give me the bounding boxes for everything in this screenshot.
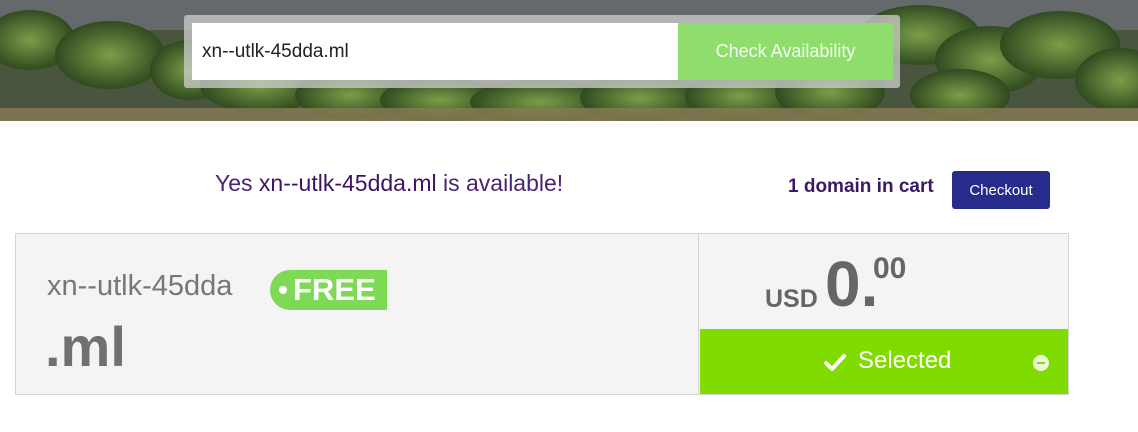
price-integer: 0. bbox=[825, 248, 879, 320]
domain-search-box: Check Availability bbox=[184, 15, 900, 88]
availability-prefix: Yes bbox=[215, 170, 253, 196]
checkout-button[interactable]: Checkout bbox=[952, 171, 1050, 209]
free-badge: FREE bbox=[270, 270, 387, 310]
check-availability-button[interactable]: Check Availability bbox=[678, 23, 893, 80]
selected-toggle-button[interactable]: Selected bbox=[700, 329, 1068, 394]
hero-banner: Check Availability bbox=[0, 0, 1138, 121]
domain-name-panel: xn--utlk-45dda FREE .ml bbox=[16, 234, 699, 394]
remove-icon[interactable] bbox=[1033, 355, 1049, 371]
price-currency: USD bbox=[765, 285, 818, 313]
availability-suffix: is available! bbox=[443, 170, 564, 196]
available-domain: xn--utlk-45dda.ml bbox=[258, 170, 437, 196]
free-badge-label: FREE bbox=[293, 272, 376, 307]
domain-search-input[interactable] bbox=[192, 23, 678, 80]
price-panel: USD 0. 00 Selected bbox=[700, 234, 1068, 394]
selected-label: Selected bbox=[858, 347, 952, 374]
bullet-icon bbox=[279, 286, 287, 294]
domain-sld: xn--utlk-45dda bbox=[47, 270, 233, 302]
cart-count: 1 domain in cart bbox=[788, 176, 934, 197]
price-cents: 00 bbox=[873, 252, 907, 285]
check-icon bbox=[824, 351, 846, 379]
availability-message: Yes xn--utlk-45dda.ml is available! bbox=[215, 170, 563, 197]
domain-tld: .ml bbox=[45, 315, 126, 378]
domain-result-card: xn--utlk-45dda FREE .ml USD 0. 00 Select… bbox=[15, 233, 1069, 395]
